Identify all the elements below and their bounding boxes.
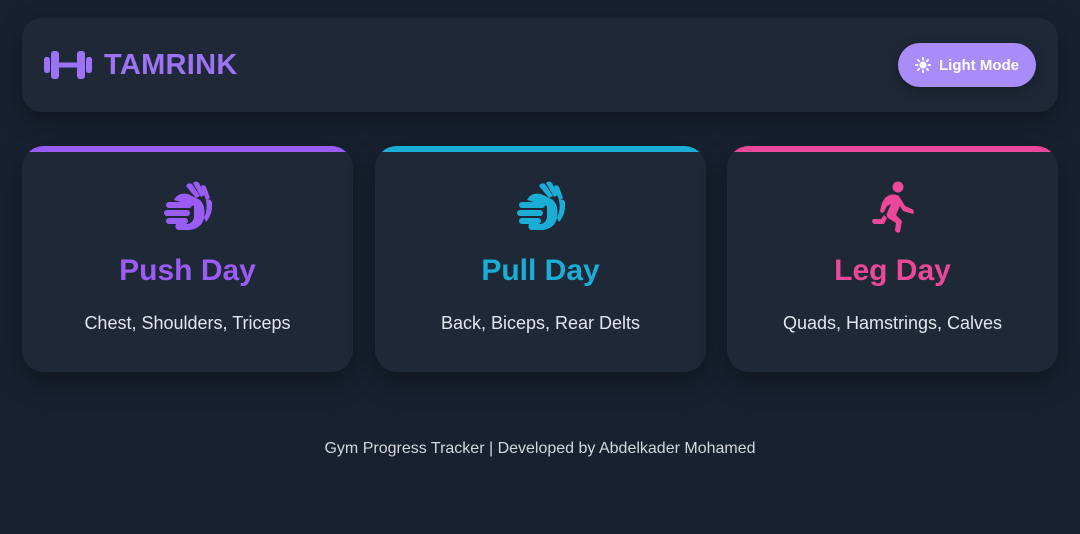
card-title: Push Day [119,254,256,287]
app-header: TAMRINK Light Mode [22,18,1058,112]
brand-name: TAMRINK [104,48,238,81]
light-mode-label: Light Mode [939,56,1019,74]
card-subtitle: Back, Biceps, Rear Delts [440,313,641,333]
card-title: Pull Day [481,254,600,287]
card-accent-bar [727,146,1058,152]
card-leg-day[interactable]: Leg Day Quads, Hamstrings, Calves [727,146,1058,372]
workout-cards: Push Day Chest, Shoulders, Triceps Pull … [22,146,1058,372]
clapping-hands-icon [516,181,565,230]
card-pull-day[interactable]: Pull Day Back, Biceps, Rear Delts [375,146,706,372]
running-person-icon [871,181,914,233]
card-accent-bar [22,146,353,152]
card-subtitle: Chest, Shoulders, Triceps [84,313,291,333]
footer-text: Gym Progress Tracker | Developed by Abde… [324,440,756,457]
light-mode-button[interactable]: Light Mode [898,43,1036,87]
card-title: Leg Day [834,254,951,287]
card-subtitle: Quads, Hamstrings, Calves [782,313,1003,333]
brand[interactable]: TAMRINK [44,48,238,82]
card-accent-bar [375,146,706,152]
dumbbell-icon [44,51,92,79]
clapping-hands-icon [163,181,212,230]
app-page: TAMRINK Light Mode Push Day Chest, Shoul… [0,0,1080,534]
sun-icon [915,57,931,73]
card-push-day[interactable]: Push Day Chest, Shoulders, Triceps [22,146,353,372]
